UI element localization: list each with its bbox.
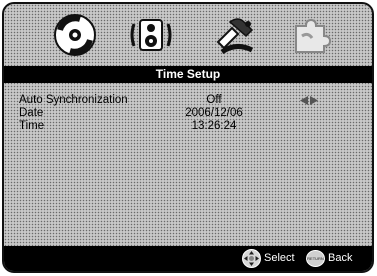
- setting-label: Time: [19, 120, 45, 132]
- tools-icon[interactable]: [212, 12, 258, 58]
- setting-row-auto-sync[interactable]: Auto Synchronization Off: [4, 94, 372, 107]
- return-button-icon: RETURN: [306, 249, 325, 268]
- dpad-icon: [242, 249, 261, 268]
- return-button-text: RETURN: [307, 256, 324, 261]
- setting-label: Auto Synchronization: [19, 94, 128, 106]
- setting-row-date[interactable]: Date 2006/12/06: [4, 107, 372, 120]
- page-title: Time Setup: [4, 66, 372, 83]
- setting-row-time[interactable]: Time 13:26:24: [4, 120, 372, 133]
- menu-tab-bar: [4, 4, 372, 64]
- menu-screen: Time Setup Auto Synchronization Off Date…: [2, 2, 374, 273]
- setting-value: Off: [206, 94, 222, 106]
- select-label: Select: [264, 252, 295, 264]
- disc-icon[interactable]: [52, 12, 98, 58]
- select-hint: Select: [242, 249, 295, 268]
- puzzle-icon[interactable]: [288, 12, 334, 58]
- audio-speaker-icon[interactable]: [128, 12, 174, 58]
- settings-list: Auto Synchronization Off Date 2006/12/06…: [4, 94, 372, 133]
- left-right-arrows-icon[interactable]: [300, 96, 318, 105]
- footer-bar: Select RETURN Back: [4, 246, 372, 271]
- back-label: Back: [328, 252, 353, 264]
- setting-value: 2006/12/06: [185, 107, 243, 119]
- back-hint: RETURN Back: [306, 249, 352, 268]
- setting-label: Date: [19, 107, 44, 119]
- setting-value: 13:26:24: [191, 120, 237, 132]
